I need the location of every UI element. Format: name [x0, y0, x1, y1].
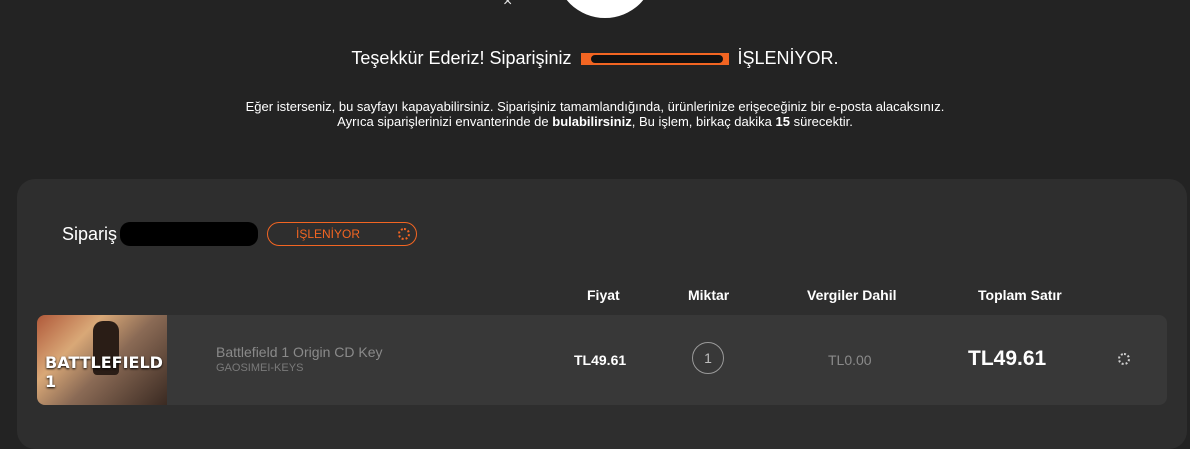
headline-suffix: İŞLENİYOR.	[737, 48, 839, 68]
info-line-2-bold-a: bulabilirsiniz	[552, 114, 632, 129]
headline-prefix: Teşekkür Ederiz! Siparişiniz	[351, 48, 572, 68]
page-headline: Teşekkür Ederiz! Siparişiniz İŞLENİYOR.	[0, 48, 1190, 69]
order-card	[17, 179, 1187, 449]
column-header-quantity: Miktar	[688, 287, 730, 303]
info-line-2: Ayrıca siparişlerinizi envanterinde de b…	[0, 114, 1190, 129]
loading-spinner-icon	[398, 228, 410, 240]
loading-spinner-icon	[1118, 353, 1130, 365]
item-quantity: 1	[692, 342, 724, 374]
item-tax: TL0.00	[828, 352, 872, 368]
product-thumbnail[interactable]: BATTLEFIELD 1	[37, 315, 167, 405]
status-badge: İŞLENİYOR	[267, 222, 417, 246]
item-total: TL49.61	[968, 347, 1047, 370]
column-header-tax: Vergiler Dahil	[807, 287, 897, 303]
product-name[interactable]: Battlefield 1 Origin CD Key	[216, 344, 383, 360]
info-text: Eğer isterseniz, bu sayfayı kapayabilirs…	[0, 99, 1190, 129]
info-line-2-bold-b: 15	[775, 114, 790, 129]
redacted-order-id	[120, 222, 258, 246]
info-line-2-text-a: Ayrıca siparişlerinizi envanterinde de	[337, 114, 549, 129]
brand-logo	[556, 0, 654, 18]
thumbnail-title: BATTLEFIELD 1	[45, 353, 163, 391]
column-header-total: Toplam Satır	[978, 287, 1062, 303]
info-line-2-text-c: sürecektir.	[793, 114, 853, 129]
status-badge-label: İŞLENİYOR	[295, 227, 361, 241]
info-line-2-text-b: , Bu işlem, birkaç dakika	[631, 114, 772, 129]
item-price: TL49.61	[574, 352, 627, 368]
column-header-price: Fiyat	[587, 287, 620, 303]
close-icon[interactable]: ×	[503, 0, 512, 10]
product-seller: GAOSIMEI-KEYS	[216, 362, 304, 374]
info-line-1: Eğer isterseniz, bu sayfayı kapayabilirs…	[245, 99, 945, 114]
redacted-order-number	[580, 53, 729, 66]
order-label: Sipariş	[62, 224, 118, 244]
